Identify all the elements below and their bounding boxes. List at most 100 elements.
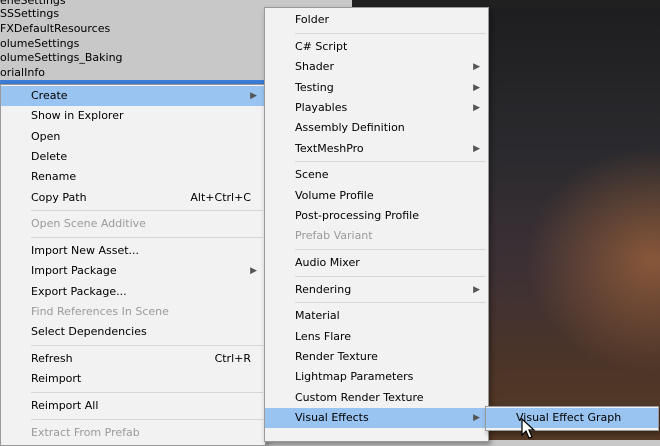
menu-separator — [295, 276, 486, 277]
asset-item[interactable]: orialInfo — [0, 66, 45, 80]
menu-item-select-dependencies[interactable]: Select Dependencies — [1, 322, 265, 342]
chevron-right-icon: ▶ — [250, 91, 257, 101]
menu-item-visual-effects[interactable]: Visual Effects ▶ — [265, 408, 488, 428]
menu-item-scene[interactable]: Scene — [265, 165, 488, 185]
menu-item-import-new-asset[interactable]: Import New Asset... — [1, 241, 265, 261]
chevron-right-icon: ▶ — [473, 103, 480, 113]
menu-item-reimport[interactable]: Reimport — [1, 369, 265, 389]
asset-item[interactable]: FXDefaultResources — [0, 22, 110, 36]
menu-item-label: Copy Path — [31, 191, 87, 204]
menu-item-label: Assembly Definition — [295, 121, 405, 134]
menu-item-label: Delete — [31, 150, 68, 163]
menu-separator — [295, 249, 486, 250]
menu-separator — [295, 302, 486, 303]
menu-item-label: Testing — [295, 81, 334, 94]
chevron-right-icon: ▶ — [250, 266, 257, 276]
create-submenu: Folder C# Script Shader ▶ Testing ▶ Play… — [264, 7, 489, 442]
menu-item-label: Create — [31, 89, 68, 102]
menu-item-label: Post-processing Profile — [295, 209, 419, 222]
menu-separator — [31, 419, 263, 420]
menu-item-reimport-all[interactable]: Reimport All — [1, 396, 265, 416]
menu-item-label: Lightmap Parameters — [295, 370, 414, 383]
menu-separator — [295, 161, 486, 162]
menu-item-label: Render Texture — [295, 350, 378, 363]
menu-item-extract-from-prefab[interactable]: Extract From Prefab — [1, 423, 265, 443]
chevron-right-icon: ▶ — [473, 62, 480, 72]
menu-item-open-scene-additive[interactable]: Open Scene Additive — [1, 214, 265, 234]
menu-item-label: Visual Effects — [295, 411, 369, 424]
menu-item-textmeshpro[interactable]: TextMeshPro ▶ — [265, 139, 488, 159]
menu-separator — [31, 345, 263, 346]
menu-item-label: TextMeshPro — [295, 142, 364, 155]
menu-item-create[interactable]: Create ▶ — [1, 86, 265, 106]
menu-item-folder[interactable]: Folder — [265, 10, 488, 30]
menu-item-refresh[interactable]: Refresh Ctrl+R — [1, 349, 265, 369]
menu-item-label: Open — [31, 130, 61, 143]
menu-item-delete[interactable]: Delete — [1, 147, 265, 167]
menu-item-prefab-variant[interactable]: Prefab Variant — [265, 226, 488, 246]
menu-item-csharp-script[interactable]: C# Script — [265, 37, 488, 57]
menu-item-label: Import Package — [31, 264, 117, 277]
menu-item-label: Custom Render Texture — [295, 391, 424, 404]
menu-item-label: Extract From Prefab — [31, 426, 140, 439]
menu-separator — [31, 210, 263, 211]
menu-item-label: Lens Flare — [295, 330, 352, 343]
menu-item-open[interactable]: Open — [1, 127, 265, 147]
menu-item-import-package[interactable]: Import Package ▶ — [1, 261, 265, 281]
menu-item-lightmap-parameters[interactable]: Lightmap Parameters — [265, 367, 488, 387]
menu-item-label: Rendering — [295, 283, 352, 296]
asset-item[interactable]: SSSettings — [0, 7, 59, 21]
menu-item-render-texture[interactable]: Render Texture — [265, 347, 488, 367]
menu-item-post-processing-profile[interactable]: Post-processing Profile — [265, 206, 488, 226]
menu-separator — [31, 392, 263, 393]
visual-effects-submenu: Visual Effect Graph — [485, 406, 659, 431]
menu-item-show-in-explorer[interactable]: Show in Explorer — [1, 106, 265, 126]
chevron-right-icon: ▶ — [473, 285, 480, 295]
menu-item-label: Refresh — [31, 352, 73, 365]
menu-item-shortcut: Alt+Ctrl+C — [190, 191, 251, 204]
chevron-right-icon: ▶ — [473, 413, 480, 423]
menu-separator — [295, 33, 486, 34]
asset-item[interactable]: olumeSettings — [0, 37, 79, 51]
menu-item-label: Rename — [31, 170, 77, 183]
menu-item-label: Prefab Variant — [295, 229, 373, 242]
menu-item-label: Reimport — [31, 372, 82, 385]
menu-item-label: Open Scene Additive — [31, 217, 146, 230]
menu-item-label: C# Script — [295, 40, 348, 53]
menu-item-rendering[interactable]: Rendering ▶ — [265, 280, 488, 300]
menu-item-shortcut: Ctrl+R — [214, 352, 251, 365]
menu-item-label: Material — [295, 309, 340, 322]
menu-item-shader[interactable]: Shader ▶ — [265, 57, 488, 77]
menu-item-label: Playables — [295, 101, 348, 114]
menu-item-copy-path[interactable]: Copy Path Alt+Ctrl+C — [1, 188, 265, 208]
menu-item-rename[interactable]: Rename — [1, 167, 265, 187]
chevron-right-icon: ▶ — [473, 83, 480, 93]
menu-item-label: Show in Explorer — [31, 109, 124, 122]
menu-item-label: Find References In Scene — [31, 305, 169, 318]
menu-item-material[interactable]: Material — [265, 306, 488, 326]
context-menu: Create ▶ Show in Explorer Open Delete Re… — [0, 84, 266, 446]
menu-item-label: Reimport All — [31, 399, 99, 412]
menu-item-find-references[interactable]: Find References In Scene — [1, 302, 265, 322]
menu-item-label: Volume Profile — [295, 189, 374, 202]
menu-item-label: Audio Mixer — [295, 256, 360, 269]
menu-item-label: Export Package... — [31, 285, 127, 298]
menu-separator — [31, 237, 263, 238]
menu-item-lens-flare[interactable]: Lens Flare — [265, 327, 488, 347]
menu-item-playables[interactable]: Playables ▶ — [265, 98, 488, 118]
menu-item-label: Shader — [295, 60, 334, 73]
menu-item-export-package[interactable]: Export Package... — [1, 282, 265, 302]
menu-item-label: Select Dependencies — [31, 325, 147, 338]
chevron-right-icon: ▶ — [473, 144, 480, 154]
menu-item-testing[interactable]: Testing ▶ — [265, 78, 488, 98]
menu-item-custom-render-texture[interactable]: Custom Render Texture — [265, 388, 488, 408]
menu-item-volume-profile[interactable]: Volume Profile — [265, 186, 488, 206]
menu-item-label: Folder — [295, 13, 329, 26]
menu-item-visual-effect-graph[interactable]: Visual Effect Graph — [486, 408, 658, 428]
menu-item-label: Import New Asset... — [31, 244, 140, 257]
menu-item-label: Scene — [295, 168, 329, 181]
menu-item-audio-mixer[interactable]: Audio Mixer — [265, 253, 488, 273]
mouse-pointer-icon — [521, 418, 536, 439]
asset-item[interactable]: olumeSettings_Baking — [0, 51, 123, 65]
menu-item-assembly-definition[interactable]: Assembly Definition — [265, 118, 488, 138]
